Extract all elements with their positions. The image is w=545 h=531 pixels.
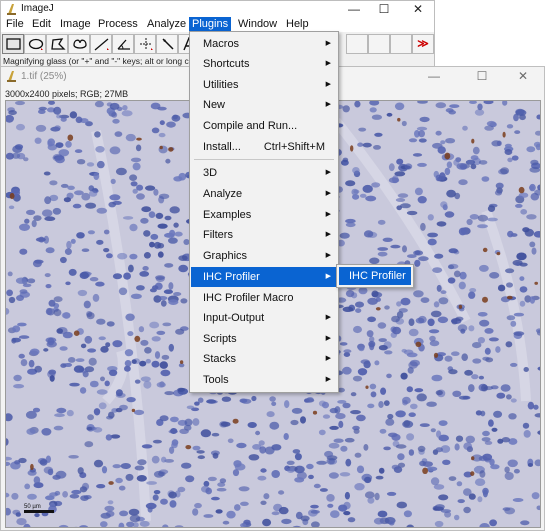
main-title: ImageJ — [21, 3, 54, 14]
image-window-title: 1.tif (25%) — [21, 71, 67, 82]
oval-icon — [28, 38, 44, 50]
submenu-item-ihc-profiler[interactable]: IHC Profiler — [339, 267, 411, 285]
close-button[interactable]: ✕ — [500, 67, 545, 86]
polygon-tool[interactable] — [46, 34, 68, 54]
menu-item-compile-and-run[interactable]: Compile and Run... — [191, 116, 337, 136]
menu-item-label: IHC Profiler — [203, 271, 260, 283]
scalebar — [24, 510, 54, 513]
menu-item-shortcuts[interactable]: Shortcuts ▶ — [191, 54, 337, 74]
menu-file[interactable]: File — [3, 17, 27, 32]
tool-slot[interactable] — [390, 34, 412, 54]
menu-item-label: Examples — [203, 209, 252, 221]
menu-item-3d[interactable]: 3D ▶ — [191, 163, 337, 183]
submenu-arrow-icon: ▶ — [325, 211, 331, 218]
close-button[interactable]: ✕ — [395, 1, 441, 17]
scalebar-label: 50 µm — [24, 504, 41, 510]
line-icon — [94, 38, 109, 51]
image-info: 3000x2400 pixels; RGB; 27MB — [5, 89, 129, 99]
menu-item-stacks[interactable]: Stacks ▶ — [191, 349, 337, 369]
freehand-icon — [73, 39, 87, 49]
submenu-arrow-icon: ▶ — [325, 252, 331, 259]
more-tools-button[interactable]: ≫ — [412, 34, 434, 54]
submenu-arrow-icon: ▶ — [325, 40, 331, 47]
menu-item-input-output[interactable]: Input-Output ▶ — [191, 308, 337, 328]
menu-item-label: Utilities — [203, 79, 239, 91]
submenu-arrow-icon: ▶ — [325, 190, 331, 197]
wand-icon — [162, 38, 174, 50]
menu-item-examples[interactable]: Examples ▶ — [191, 205, 337, 225]
angle-icon — [117, 39, 130, 50]
submenu-arrow-icon: ▶ — [325, 169, 331, 176]
menu-item-label: Tools — [203, 374, 229, 386]
menu-item-label: Scripts — [203, 333, 237, 345]
menu-item-label: 3D — [203, 167, 218, 179]
menu-item-label: Input-Output — [203, 312, 265, 324]
menu-image[interactable]: Image — [57, 17, 94, 32]
submenu-arrow-icon: ▶ — [325, 101, 331, 108]
menu-analyze[interactable]: Analyze — [144, 17, 189, 32]
menu-process[interactable]: Process — [95, 17, 141, 32]
menu-item-label: Macros — [203, 38, 240, 50]
imagej-icon — [7, 71, 16, 82]
submenu-arrow-icon: ▶ — [325, 314, 331, 321]
minimize-button[interactable]: — — [411, 67, 457, 86]
imagej-icon — [7, 4, 16, 15]
plugins-menu: Macros ▶ Shortcuts ▶ Utilities ▶ New ▶ Compi… — [189, 31, 339, 393]
menu-edit[interactable]: Edit — [29, 17, 54, 32]
menu-item-install[interactable]: Install... Ctrl+Shift+M — [191, 137, 337, 157]
menu-item-scripts[interactable]: Scripts ▶ — [191, 329, 337, 349]
submenu-arrow-icon: ▶ — [325, 273, 331, 280]
polygon-icon — [51, 38, 66, 50]
point-tool[interactable] — [134, 34, 156, 54]
menu-separator — [194, 159, 334, 160]
menu-item-label: Install... — [203, 141, 241, 153]
submenu-arrow-icon: ▶ — [325, 335, 331, 342]
submenu-arrow-icon: ▶ — [325, 231, 331, 238]
tool-slot[interactable] — [368, 34, 390, 54]
tool-slot[interactable] — [346, 34, 368, 54]
submenu-arrow-icon: ▶ — [325, 355, 331, 362]
menu-item-label: Shortcuts — [203, 58, 250, 70]
menu-item-filters[interactable]: Filters ▶ — [191, 225, 337, 245]
oval-tool[interactable] — [24, 34, 46, 54]
maximize-button[interactable]: ☐ — [459, 67, 505, 86]
freehand-tool[interactable] — [68, 34, 90, 54]
menu-item-macros[interactable]: Macros ▶ — [191, 34, 337, 54]
menu-item-ihc-profiler[interactable]: IHC Profiler ▶ — [191, 267, 337, 287]
wand-tool[interactable] — [156, 34, 178, 54]
menu-item-label: IHC Profiler Macro — [203, 292, 294, 304]
menu-plugins[interactable]: Plugins — [189, 17, 232, 32]
submenu-arrow-icon: ▶ — [325, 376, 331, 383]
menu-item-label: Graphics — [203, 250, 248, 262]
line-tool[interactable] — [90, 34, 112, 54]
menu-item-tools[interactable]: Tools ▶ — [191, 370, 337, 390]
menu-item-label: Compile and Run... — [203, 120, 298, 132]
menu-window[interactable]: Window — [235, 17, 280, 32]
main-titlebar[interactable]: ImageJ — ☐ ✕ — [1, 1, 434, 17]
status-bar: Magnifying glass (or "+" and "-" keys; a… — [3, 56, 191, 66]
shortcut-label: Ctrl+Shift+M — [263, 141, 325, 153]
menu-item-label: Filters — [203, 229, 233, 241]
menu-item-utilities[interactable]: Utilities ▶ — [191, 75, 337, 95]
point-icon — [140, 38, 153, 50]
rectangle-icon — [6, 38, 21, 50]
menubar: File Edit Image Process Analyze Plugins … — [1, 17, 434, 32]
menu-item-label: Analyze — [203, 188, 243, 200]
rectangle-tool[interactable] — [2, 34, 24, 54]
menu-item-graphics[interactable]: Graphics ▶ — [191, 246, 337, 266]
submenu-arrow-icon: ▶ — [325, 60, 331, 67]
submenu-arrow-icon: ▶ — [325, 81, 331, 88]
ihc-profiler-submenu: IHC Profiler — [336, 264, 414, 288]
menu-item-label: New — [203, 99, 226, 111]
angle-tool[interactable] — [112, 34, 134, 54]
menu-item-label: Stacks — [203, 353, 237, 365]
menu-item-ihc-profiler-macro[interactable]: IHC Profiler Macro — [191, 288, 337, 308]
menu-item-new[interactable]: New ▶ — [191, 95, 337, 115]
menu-item-analyze[interactable]: Analyze ▶ — [191, 184, 337, 204]
menu-help[interactable]: Help — [283, 17, 312, 32]
